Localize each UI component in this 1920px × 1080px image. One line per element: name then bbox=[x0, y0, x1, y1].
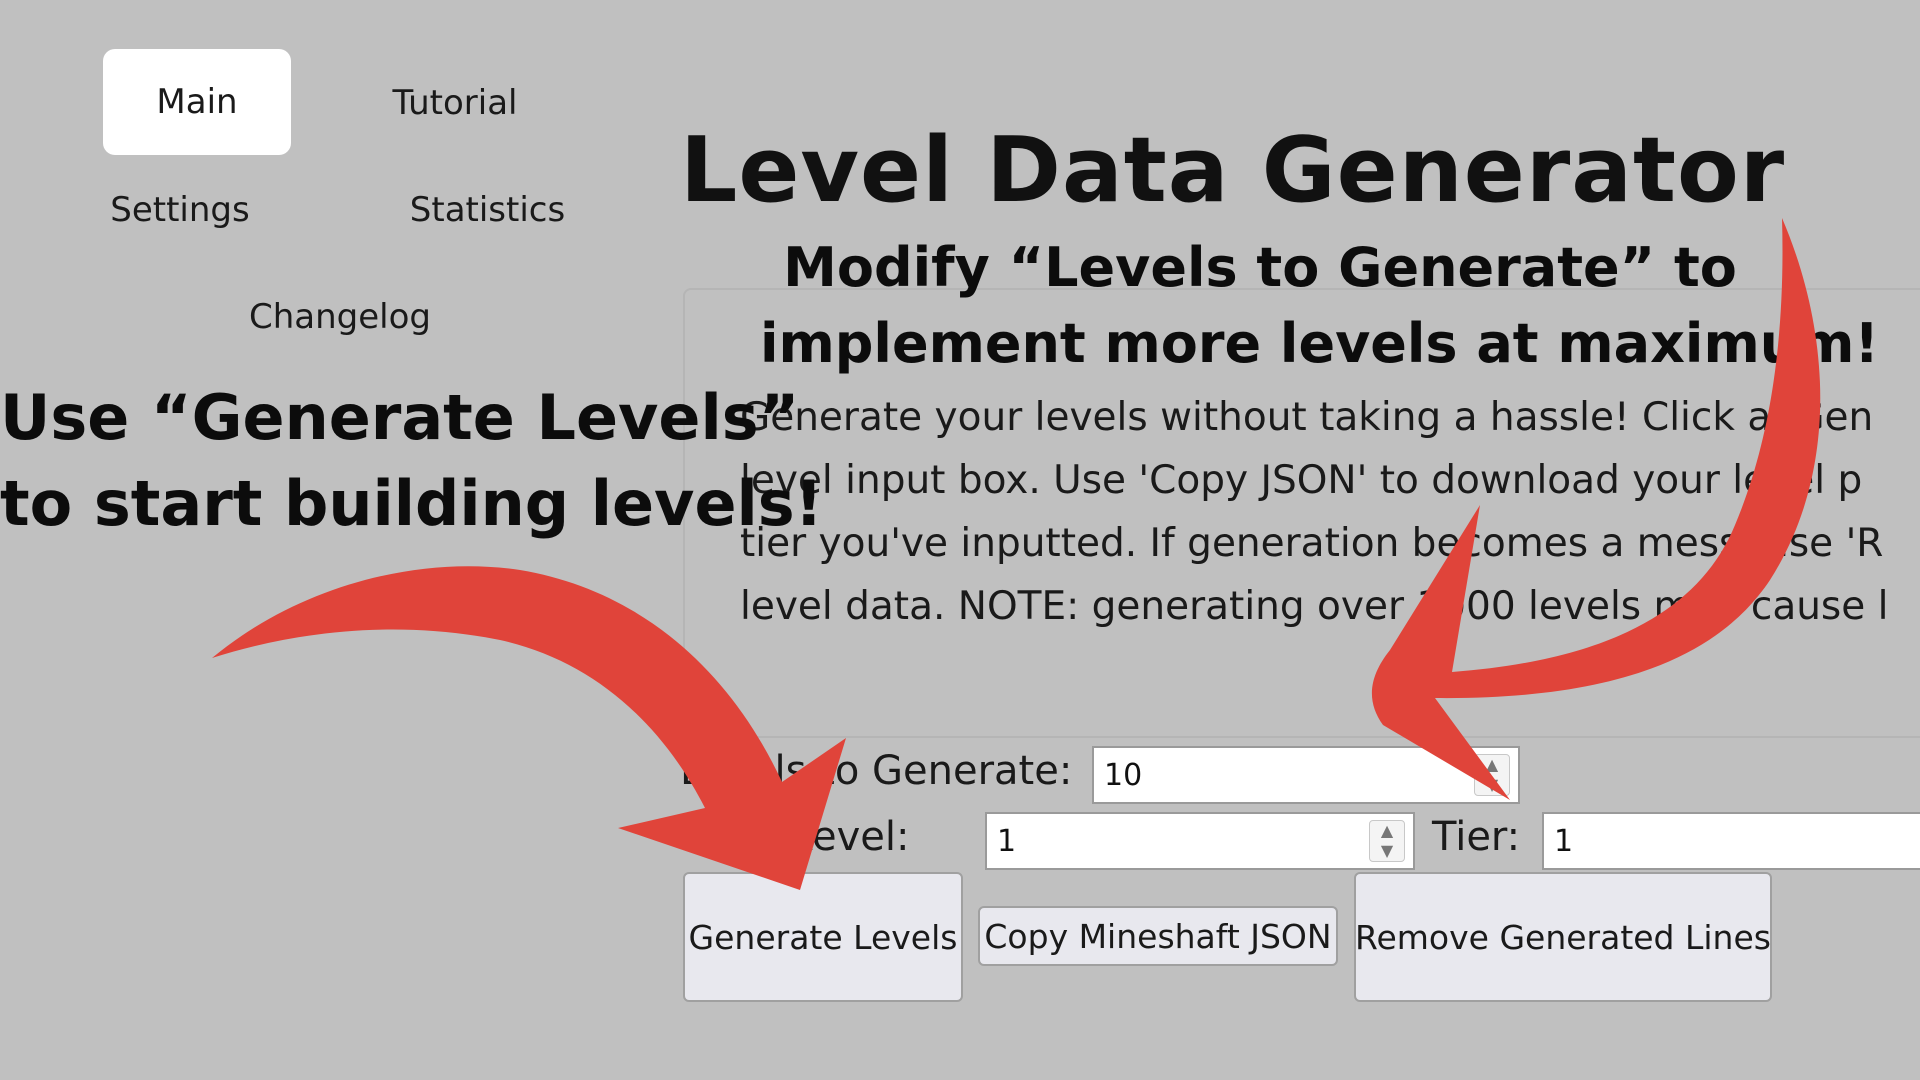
page: Main Tutorial Settings Statistics Change… bbox=[0, 0, 1920, 1080]
levels-to-generate-label: Levels to Generate: bbox=[680, 748, 1073, 794]
tier-label: Tier: bbox=[1432, 814, 1521, 860]
description-line-1: Generate your levels without taking a ha… bbox=[740, 395, 1874, 440]
generate-levels-button[interactable]: Generate Levels bbox=[683, 872, 963, 1002]
start-level-label: Start Level: bbox=[680, 814, 910, 860]
annotation-generate-levels: Use “Generate Levels” to start building … bbox=[0, 375, 823, 547]
stepper-down-icon[interactable]: ▼ bbox=[1381, 841, 1393, 861]
page-title: Level Data Generator bbox=[680, 118, 1786, 223]
nav-tab-settings[interactable]: Settings bbox=[100, 185, 260, 235]
nav-tab-statistics[interactable]: Statistics bbox=[395, 185, 580, 235]
remove-generated-lines-button[interactable]: Remove Generated Lines bbox=[1354, 872, 1772, 1002]
description-line-4: level data. NOTE: generating over 1000 l… bbox=[740, 584, 1889, 629]
description-line-3: tier you've inputted. If generation beco… bbox=[740, 521, 1884, 566]
annotation-left-line-1: Use “Generate Levels” bbox=[0, 381, 800, 454]
annotation-right-line-1: Modify “Levels to Generate” to bbox=[783, 236, 1737, 299]
tier-value: 1 bbox=[1554, 823, 1574, 859]
annotation-levels-to-generate: Modify “Levels to Generate” to implement… bbox=[760, 230, 1880, 382]
nav-tab-changelog[interactable]: Changelog bbox=[249, 292, 431, 342]
copy-mineshaft-json-button[interactable]: Copy Mineshaft JSON bbox=[978, 906, 1338, 966]
annotation-right-line-2: implement more levels at maximum! bbox=[760, 312, 1880, 375]
nav-tab-main[interactable]: Main bbox=[103, 49, 291, 155]
levels-stepper[interactable]: ▲ ▼ bbox=[1474, 754, 1510, 796]
stepper-up-icon[interactable]: ▲ bbox=[1486, 755, 1498, 775]
levels-to-generate-value: 10 bbox=[1104, 757, 1143, 793]
tier-input[interactable]: 1 bbox=[1542, 812, 1920, 870]
nav-tab-tutorial[interactable]: Tutorial bbox=[370, 78, 540, 128]
stepper-up-icon[interactable]: ▲ bbox=[1381, 821, 1393, 841]
levels-to-generate-input[interactable]: 10 ▲ ▼ bbox=[1092, 746, 1520, 804]
start-level-input[interactable]: 1 ▲ ▼ bbox=[985, 812, 1415, 870]
description-line-2: level input box. Use 'Copy JSON' to down… bbox=[740, 458, 1863, 503]
start-level-stepper[interactable]: ▲ ▼ bbox=[1369, 820, 1405, 862]
annotation-left-line-2: to start building levels! bbox=[0, 467, 823, 540]
stepper-down-icon[interactable]: ▼ bbox=[1486, 775, 1498, 795]
start-level-value: 1 bbox=[997, 823, 1017, 859]
